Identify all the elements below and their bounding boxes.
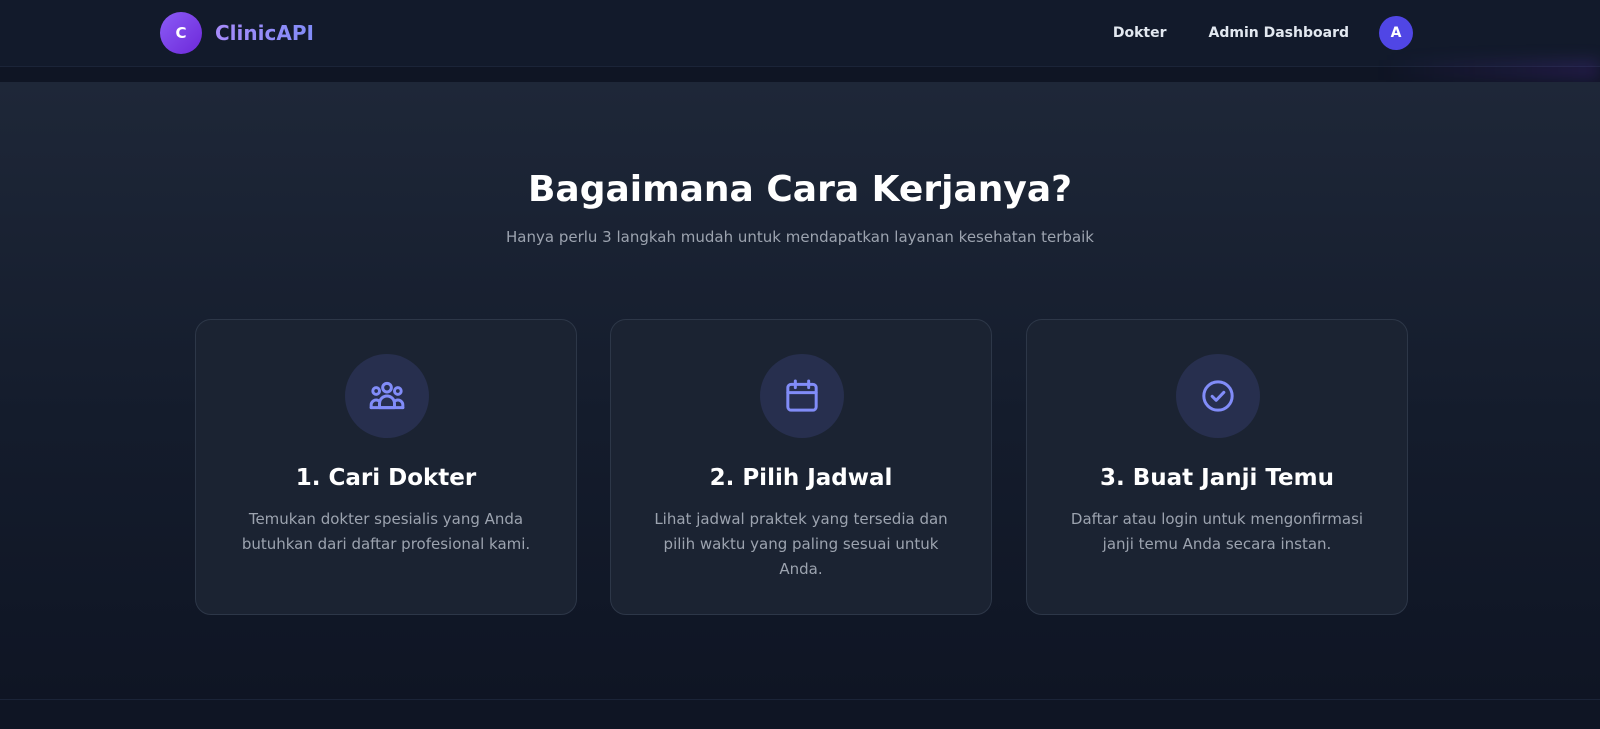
step-card-1: 1. Cari Dokter Temukan dokter spesialis … [195, 319, 577, 615]
check-circle-icon [1176, 354, 1260, 438]
step-description: Temukan dokter spesialis yang Anda butuh… [241, 510, 531, 553]
step-title: 1. Cari Dokter [295, 465, 477, 491]
users-group-icon [345, 354, 429, 438]
section-title: Bagaimana Cara Kerjanya? [527, 169, 1073, 210]
step-card-2: 2. Pilih Jadwal Lihat jadwal praktek yan… [610, 319, 992, 615]
nav-link-dokter[interactable]: Dokter [1113, 25, 1167, 41]
navbar: C ClinicAPI Dokter Admin Dashboard A [0, 0, 1600, 67]
how-it-works-section: Bagaimana Cara Kerjanya? Hanya perlu 3 l… [0, 82, 1600, 700]
nav-link-admin-dashboard[interactable]: Admin Dashboard [1209, 25, 1349, 41]
brand[interactable]: C ClinicAPI [160, 12, 314, 54]
step-description: Lihat jadwal praktek yang tersedia dan p… [654, 510, 948, 578]
step-title: 3. Buat Janji Temu [1100, 465, 1334, 491]
calendar-icon [760, 354, 844, 438]
nav-links: Dokter Admin Dashboard A [1113, 16, 1413, 50]
step-card-3: 3. Buat Janji Temu Daftar atau login unt… [1026, 319, 1408, 615]
step-description: Daftar atau login untuk mengonfirmasi ja… [1070, 510, 1364, 553]
brand-logo[interactable]: C [160, 12, 202, 54]
section-subtitle: Hanya perlu 3 langkah mudah untuk mendap… [506, 228, 1094, 246]
step-title: 2. Pilih Jadwal [709, 465, 893, 491]
user-avatar[interactable]: A [1379, 16, 1413, 50]
brand-name[interactable]: ClinicAPI [215, 21, 314, 45]
